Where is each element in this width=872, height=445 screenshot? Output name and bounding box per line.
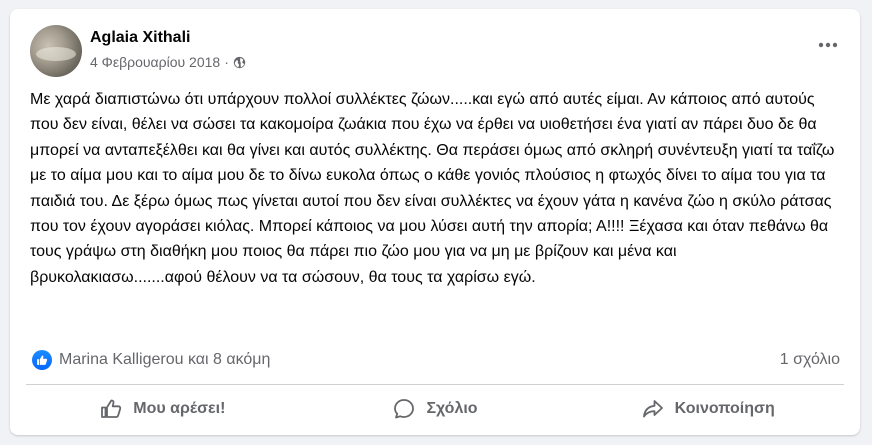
like-label: Μου αρέσει! (133, 400, 226, 417)
comment-label: Σχόλιο (426, 400, 478, 417)
avatar[interactable] (30, 25, 82, 77)
share-label: Κοινοποίηση (674, 400, 775, 417)
like-badge-icon (32, 350, 52, 370)
divider (26, 384, 844, 385)
reactions-summary[interactable]: Marina Kalligerou και 8 ακόμη (32, 350, 270, 370)
like-button[interactable]: Μου αρέσει! (26, 389, 299, 429)
more-options-button[interactable] (810, 27, 846, 63)
comment-bubble-icon (394, 399, 415, 419)
post-date[interactable]: 4 Φεβρουαρίου 2018 (90, 54, 220, 70)
author-name[interactable]: Aglaia Xithali (90, 29, 190, 47)
share-button[interactable]: Κοινοποίηση (571, 389, 844, 429)
thumbs-up-icon (101, 399, 122, 418)
meta-separator: · (224, 54, 229, 70)
post-meta: 4 Φεβρουαρίου 2018 · (90, 54, 246, 70)
share-arrow-icon (642, 400, 663, 418)
post-header: Aglaia Xithali 4 Φεβρουαρίου 2018 · (30, 25, 846, 77)
globe-icon[interactable] (233, 56, 246, 69)
post-card: Aglaia Xithali 4 Φεβρουαρίου 2018 · Με χ… (10, 9, 860, 435)
comment-count[interactable]: 1 σχόλιο (780, 351, 840, 369)
comment-button[interactable]: Σχόλιο (299, 389, 572, 429)
reactions-bar: Marina Kalligerou και 8 ακόμη 1 σχόλιο (32, 345, 840, 375)
reactions-text[interactable]: Marina Kalligerou και 8 ακόμη (59, 351, 270, 369)
more-dots-icon (818, 42, 838, 48)
action-bar: Μου αρέσει! Σχόλιο Κοινοποίηση (26, 389, 844, 429)
post-text: Με χαρά διαπιστώνω ότι υπάρχουν πολλοί σ… (30, 91, 835, 286)
